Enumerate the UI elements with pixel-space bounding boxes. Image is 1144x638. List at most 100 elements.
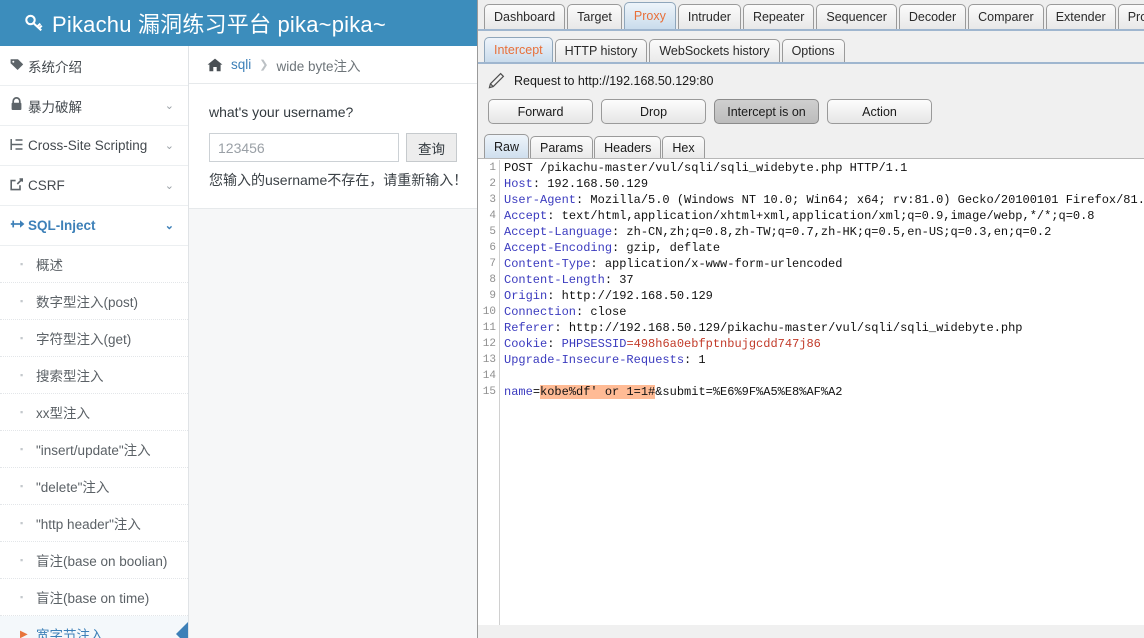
editor-line-number: 9 [489,290,496,302]
sidebar-subitem-string-get[interactable]: ▪ 字符型注入(get) [0,320,188,357]
subtab-intercept[interactable]: Intercept [484,37,553,62]
editor-line: Cookie: PHPSESSID=498h6a0ebfptnbujgcdd74… [504,336,1144,352]
tab-target[interactable]: Target [567,4,622,29]
editor-text: &submit=%E6%9F%A5%E8%AF%A2 [655,385,843,399]
request-target-text: Request to http://192.168.50.129:80 [514,73,714,88]
editor-text: Cookie [504,337,548,351]
plus-arrow-icon [10,218,28,233]
editor-text: : http://192.168.50.129/pikachu-master/v… [554,321,1023,335]
tab-extender[interactable]: Extender [1045,4,1116,29]
sidebar-item-label: 系统介绍 [28,59,82,75]
sidebar-item-label: Cross-Site Scripting [28,138,148,153]
tab-project-options[interactable]: Project o [1117,4,1144,29]
breadcrumb-separator-icon: ❯ [259,59,269,71]
format-tab-raw[interactable]: Raw [484,134,530,158]
editor-text: Accept-Encoding [504,241,613,255]
tab-dashboard[interactable]: Dashboard [484,4,566,29]
action-button[interactable]: Action [827,99,932,124]
burp-main-tabs: Dashboard Target Proxy Intruder Repeater… [478,0,1144,31]
request-target-line: Request to http://192.168.50.129:80 [478,64,1144,95]
bullet-icon: ▪ [20,333,24,343]
tab-intruder[interactable]: Intruder [677,4,741,29]
editor-content[interactable]: POST /pikachu-master/vul/sqli/sqli_wideb… [504,160,1144,400]
intercept-toggle-button[interactable]: Intercept is on [714,99,819,124]
pencil-icon [488,72,505,89]
bullet-icon: ▪ [20,592,24,602]
bullet-icon: ▪ [20,259,24,269]
subtab-options[interactable]: Options [781,39,845,62]
editor-line-number-gutter: 1 2 3 4 5 6 7 8 9 10 11 12 13 14 15 [478,160,500,625]
editor-line-number: 6 [489,242,496,254]
editor-text: : close [576,305,627,319]
sidebar-subitem-search[interactable]: ▪ 搜索型注入 [0,357,188,394]
tab-comparer[interactable]: Comparer [968,4,1044,29]
editor-text: Origin [504,289,548,303]
sidebar-subitem-delete[interactable]: ▪ "delete"注入 [0,468,188,505]
chevron-down-icon: ⌄ [164,220,174,232]
intercept-action-bar: Forward Drop Intercept is on Action [478,95,1144,131]
editor-line: Upgrade-Insecure-Requests: 1 [504,352,1144,368]
bullet-icon: ▪ [20,555,24,565]
editor-text: User-Agent [504,193,577,207]
sidebar-item-sql-inject[interactable]: SQL-Inject ⌄ [0,206,188,246]
sidebar-item-xss[interactable]: Cross-Site Scripting ⌄ [0,126,188,166]
sidebar-item-label: CSRF [28,178,65,193]
editor-line-number: 7 [489,258,496,270]
editor-text: : zh-CN,zh;q=0.8,zh-TW;q=0.7,zh-HK;q=0.5… [612,225,1052,239]
sidebar-item-label: 暴力破解 [28,99,82,115]
editor-text: Host [504,177,533,191]
format-tab-headers[interactable]: Headers [594,136,662,158]
subtab-http-history[interactable]: HTTP history [554,39,648,62]
subtab-websockets-history[interactable]: WebSockets history [649,39,780,62]
active-pointer-icon [176,621,188,638]
burp-suite-window: Dashboard Target Proxy Intruder Repeater… [477,0,1144,638]
xss-icon [10,138,28,154]
sidebar-subitem-label: "insert/update"注入 [36,443,151,458]
home-icon[interactable] [207,58,223,72]
tab-decoder[interactable]: Decoder [898,4,967,29]
bullet-icon: ▪ [20,444,24,454]
forward-button[interactable]: Forward [488,99,593,124]
bullet-icon: ▪ [20,370,24,380]
bullet-icon: ▪ [20,296,24,306]
editor-line-number: 13 [482,354,496,366]
sidebar-subitem-label: 概述 [36,258,63,273]
chevron-down-icon: ⌄ [164,100,174,112]
sidebar-item-csrf[interactable]: CSRF ⌄ [0,166,188,206]
editor-line: Content-Type: application/x-www-form-url… [504,256,1144,272]
editor-line-number: 5 [489,226,496,238]
editor-text: : http://192.168.50.129 [547,289,713,303]
sidebar-item-intro[interactable]: 系统介绍 [0,46,188,86]
format-tab-params[interactable]: Params [530,136,594,158]
tab-sequencer[interactable]: Sequencer [816,4,897,29]
editor-line: Origin: http://192.168.50.129 [504,288,1144,304]
editor-line-number: 10 [482,306,496,318]
sidebar-subitem-label: 宽字节注入 [36,628,104,638]
sidebar-item-brute-force[interactable]: 暴力破解 ⌄ [0,86,188,126]
sidebar-subitem-overview[interactable]: ▪ 概述 [0,246,188,283]
sidebar-subitem-label: 搜索型注入 [36,369,104,384]
submit-query-button[interactable]: 查询 [406,133,457,162]
sidebar-subitem-http-header[interactable]: ▪ "http header"注入 [0,505,188,542]
sidebar-subitem-xx-type[interactable]: ▪ xx型注入 [0,394,188,431]
editor-line: Accept: text/html,application/xhtml+xml,… [504,208,1144,224]
editor-line: Referer: http://192.168.50.129/pikachu-m… [504,320,1144,336]
app-title-text: Pikachu 漏洞练习平台 pika~pika~ [52,12,386,37]
breadcrumb-link-sqli[interactable]: sqli [231,57,251,72]
sidebar-subitem-insert-update[interactable]: ▪ "insert/update"注入 [0,431,188,468]
sidebar-item-label: SQL-Inject [28,218,96,233]
editor-text: : Mozilla/5.0 (Windows NT 10.0; Win64; x… [576,193,1144,207]
username-input[interactable] [209,133,399,162]
editor-text: : 37 [604,273,634,287]
sidebar-subitem-blind-time[interactable]: ▪ 盲注(base on time) [0,579,188,616]
format-tab-hex[interactable]: Hex [662,136,705,158]
sidebar-subitem-blind-boolean[interactable]: ▪ 盲注(base on boolian) [0,542,188,579]
editor-text: = [532,385,541,399]
drop-button[interactable]: Drop [601,99,706,124]
tab-proxy[interactable]: Proxy [623,2,676,29]
sidebar-subitem-wide-byte[interactable]: ▶ 宽字节注入 [0,616,188,638]
editor-text: Accept-Language [504,225,613,239]
request-editor[interactable]: 1 2 3 4 5 6 7 8 9 10 11 12 13 14 15 POST /pikachu-mast… [478,159,1144,625]
tab-repeater[interactable]: Repeater [742,4,815,29]
sidebar-subitem-numeric-post[interactable]: ▪ 数字型注入(post) [0,283,188,320]
